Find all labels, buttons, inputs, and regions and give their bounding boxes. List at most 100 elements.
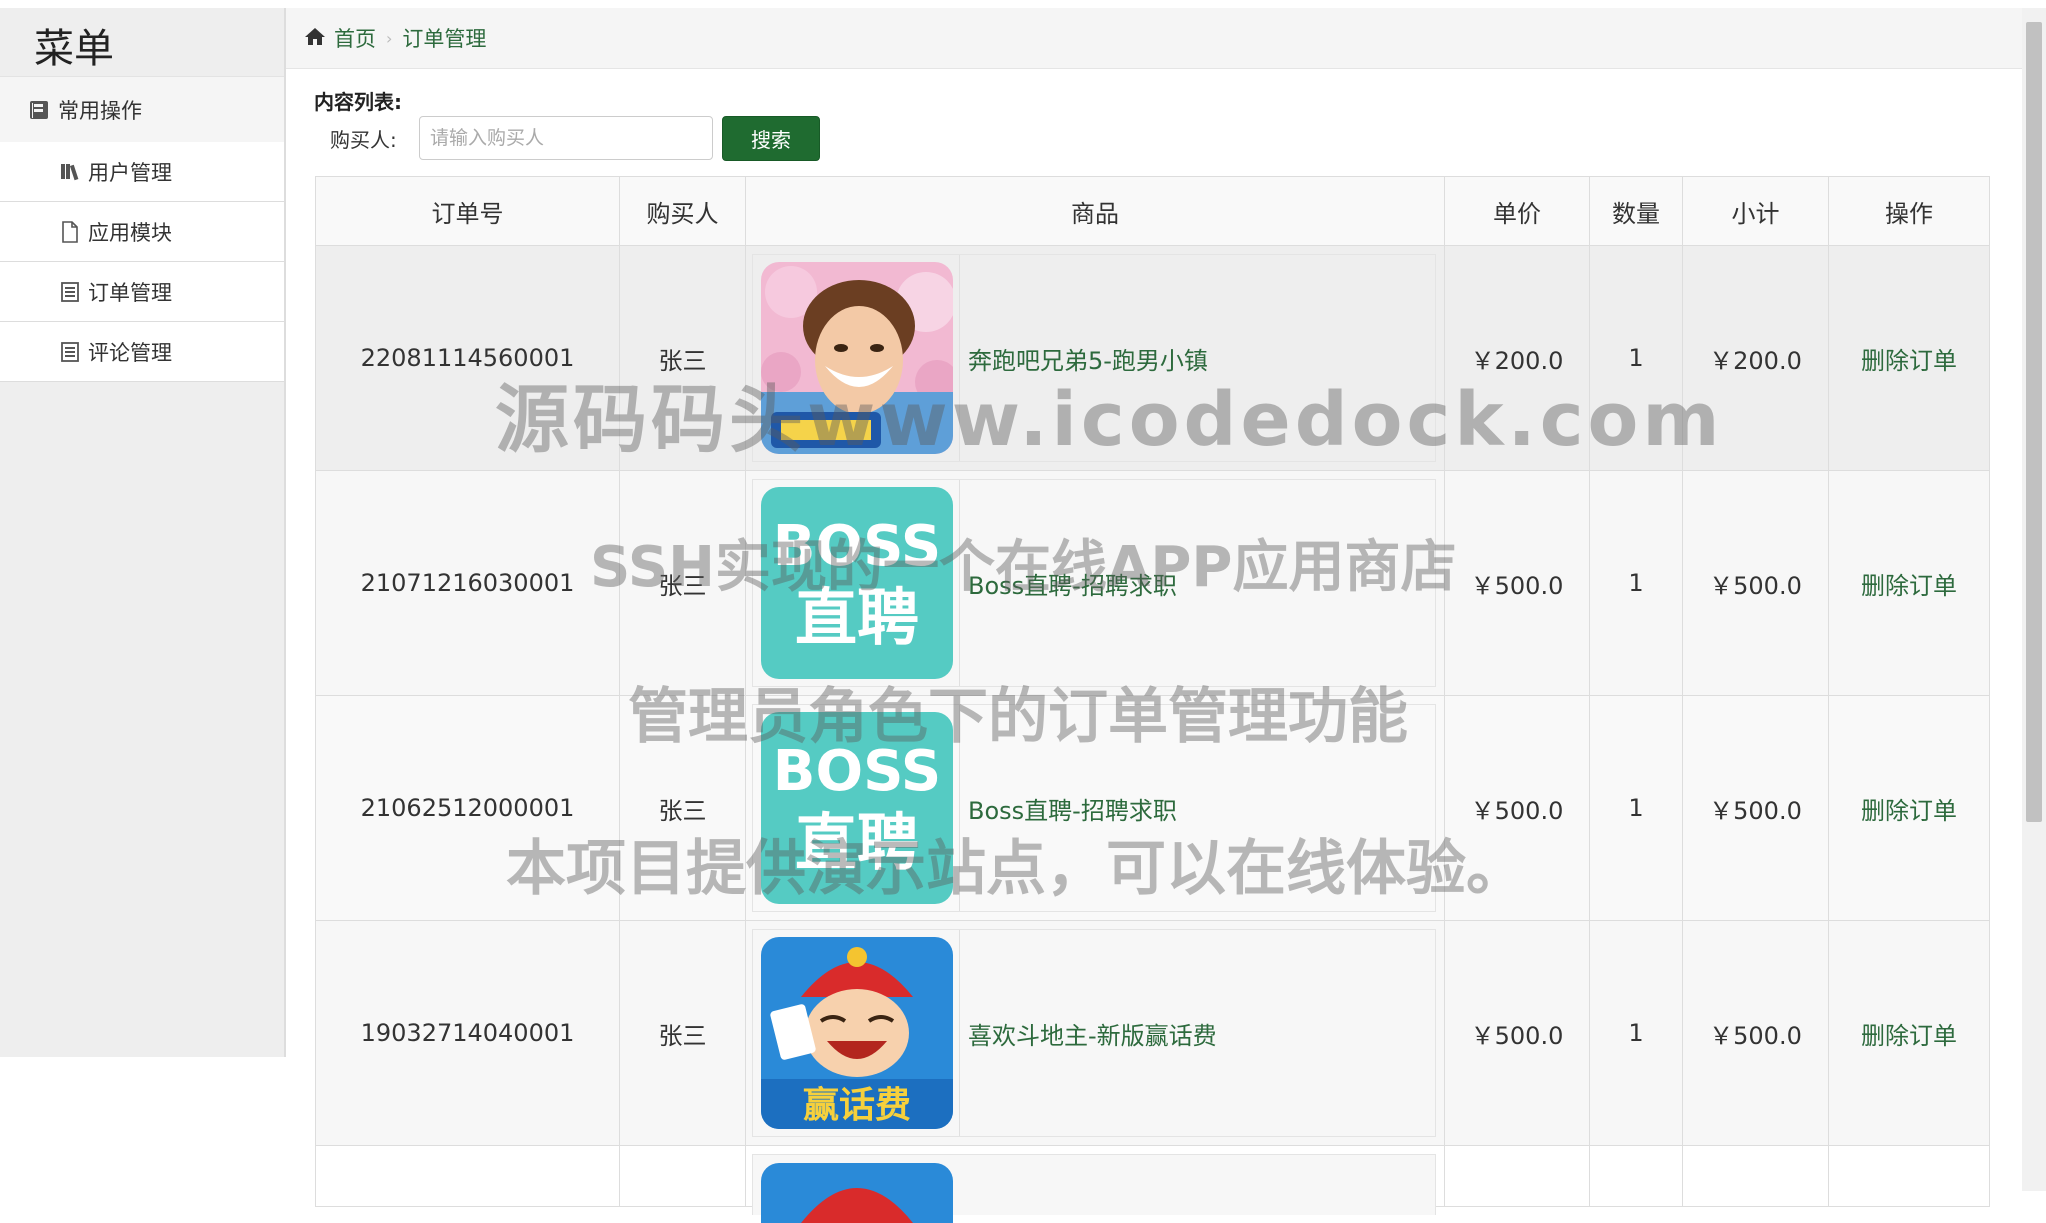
price-cell: ￥500.0 xyxy=(1444,470,1590,696)
file-icon xyxy=(60,220,80,243)
price-cell: ￥500.0 xyxy=(1444,695,1590,921)
sidebar-item-apps[interactable]: 应用模块 xyxy=(0,202,284,262)
boss-image[interactable]: BOSS 直聘 xyxy=(761,712,953,904)
sidebar-item-label: 订单管理 xyxy=(88,280,172,305)
product-cell xyxy=(745,1145,1445,1223)
header-order-no: 订单号 xyxy=(315,176,620,246)
buyer-search-input[interactable] xyxy=(419,116,713,160)
sidebar-item-comments[interactable]: 评论管理 xyxy=(0,322,284,382)
orders-table: 订单号 购买人 商品 单价 数量 小计 操作 22081114560001 张三 xyxy=(315,176,1990,1223)
product-name-link[interactable]: Boss直聘-招聘求职 xyxy=(968,791,1177,826)
action-cell: 删除订单 xyxy=(1828,920,1990,1146)
scrollbar-thumb[interactable] xyxy=(2026,22,2042,822)
buyer-cell: 张三 xyxy=(619,920,746,1146)
subtotal-cell: ￥500.0 xyxy=(1682,695,1829,921)
breadcrumb: 首页 › 订单管理 xyxy=(286,8,2022,69)
buyer-cell xyxy=(619,1145,746,1207)
header-buyer: 购买人 xyxy=(619,176,746,246)
header-subtotal: 小计 xyxy=(1682,176,1829,246)
buyer-cell: 张三 xyxy=(619,245,746,471)
table-row: 22081114560001 张三 奔跑吧兄弟5-跑男小镇 ￥200.0 1 ￥… xyxy=(315,245,1990,471)
order-no-cell: 19032714040001 xyxy=(315,920,620,1146)
header-qty: 数量 xyxy=(1589,176,1683,246)
action-cell xyxy=(1828,1145,1990,1207)
home-icon xyxy=(304,26,326,51)
sidebar-group-common[interactable]: 常用操作 xyxy=(0,76,284,144)
top-edge xyxy=(0,0,2046,8)
delete-order-link[interactable]: 删除订单 xyxy=(1861,797,1957,825)
qty-cell xyxy=(1589,1145,1683,1207)
table-header-row: 订单号 购买人 商品 单价 数量 小计 操作 xyxy=(315,176,1990,246)
table-row: 19032714040001 张三 赢话费 喜欢斗地主-新版赢话费 ￥500.0… xyxy=(315,920,1990,1146)
sidebar-group-label: 常用操作 xyxy=(58,99,142,123)
boss-logo-subtext: 直聘 xyxy=(795,581,919,654)
action-cell: 删除订单 xyxy=(1828,695,1990,921)
delete-order-link[interactable]: 删除订单 xyxy=(1861,1022,1957,1050)
product-name-link[interactable]: 喜欢斗地主-新版赢话费 xyxy=(968,1016,1217,1051)
header-product: 商品 xyxy=(745,176,1445,246)
subtotal-cell: ￥500.0 xyxy=(1682,920,1829,1146)
subtotal-cell xyxy=(1682,1145,1829,1207)
qty-cell: 1 xyxy=(1589,470,1683,696)
book-icon xyxy=(28,99,50,121)
books-icon xyxy=(60,161,80,183)
qty-cell: 1 xyxy=(1589,245,1683,471)
sidebar-item-label: 用户管理 xyxy=(88,160,172,185)
subtotal-cell: ￥500.0 xyxy=(1682,470,1829,696)
product-cell: 赢话费 喜欢斗地主-新版赢话费 xyxy=(745,920,1445,1146)
sidebar: 菜单 常用操作 用户管理 应用模块 订单管理 评论管理 xyxy=(0,8,286,1057)
doudizhu-image[interactable] xyxy=(761,1163,953,1223)
table-row: 21071216030001 张三 BOSS 直聘 Boss直聘-招聘求职 ￥5… xyxy=(315,470,1990,696)
breadcrumb-home-link[interactable]: 首页 xyxy=(334,23,376,53)
runningman-image[interactable] xyxy=(761,262,953,454)
sidebar-item-users[interactable]: 用户管理 xyxy=(0,142,284,202)
list-icon xyxy=(60,341,80,363)
action-cell: 删除订单 xyxy=(1828,470,1990,696)
header-action: 操作 xyxy=(1828,176,1990,246)
boss-image[interactable]: BOSS 直聘 xyxy=(761,487,953,679)
product-divider xyxy=(959,255,960,461)
boss-logo-text: BOSS xyxy=(773,739,941,804)
product-cell: BOSS 直聘 Boss直聘-招聘求职 xyxy=(745,695,1445,921)
product-name-link[interactable]: Boss直聘-招聘求职 xyxy=(968,566,1177,601)
content-list-label: 内容列表: xyxy=(314,90,402,114)
doudizhu-logo-text: 赢话费 xyxy=(803,1084,911,1126)
buyer-search-label: 购买人: xyxy=(330,128,397,152)
sidebar-item-orders[interactable]: 订单管理 xyxy=(0,262,284,322)
price-cell: ￥200.0 xyxy=(1444,245,1590,471)
order-no-cell: 22081114560001 xyxy=(315,245,620,471)
sidebar-title: 菜单 xyxy=(34,26,114,72)
buyer-cell: 张三 xyxy=(619,470,746,696)
product-cell: 奔跑吧兄弟5-跑男小镇 xyxy=(745,245,1445,471)
boss-logo-text: BOSS xyxy=(773,514,941,579)
qty-cell: 1 xyxy=(1589,695,1683,921)
order-no-cell: 21062512000001 xyxy=(315,695,620,921)
doudizhu-image[interactable]: 赢话费 xyxy=(761,937,953,1129)
sidebar-item-label: 评论管理 xyxy=(88,340,172,365)
delete-order-link[interactable]: 删除订单 xyxy=(1861,572,1957,600)
table-row xyxy=(315,1145,1990,1223)
search-button[interactable]: 搜索 xyxy=(722,116,820,161)
order-no-cell xyxy=(315,1145,620,1207)
product-name-link[interactable]: 奔跑吧兄弟5-跑男小镇 xyxy=(968,341,1208,376)
action-cell: 删除订单 xyxy=(1828,245,1990,471)
sidebar-item-label: 应用模块 xyxy=(88,220,172,245)
product-divider xyxy=(959,705,960,911)
table-row: 21062512000001 张三 BOSS 直聘 Boss直聘-招聘求职 ￥5… xyxy=(315,695,1990,921)
order-no-cell: 21071216030001 xyxy=(315,470,620,696)
breadcrumb-current[interactable]: 订单管理 xyxy=(402,23,486,53)
vertical-scrollbar[interactable] xyxy=(2022,8,2046,1191)
subtotal-cell: ￥200.0 xyxy=(1682,245,1829,471)
header-price: 单价 xyxy=(1444,176,1590,246)
product-cell: BOSS 直聘 Boss直聘-招聘求职 xyxy=(745,470,1445,696)
price-cell: ￥500.0 xyxy=(1444,920,1590,1146)
boss-logo-subtext: 直聘 xyxy=(795,806,919,879)
product-divider xyxy=(959,480,960,686)
chevron-right-icon: › xyxy=(386,28,393,48)
buyer-cell: 张三 xyxy=(619,695,746,921)
delete-order-link[interactable]: 删除订单 xyxy=(1861,347,1957,375)
list-icon xyxy=(60,281,80,303)
price-cell xyxy=(1444,1145,1590,1207)
qty-cell: 1 xyxy=(1589,920,1683,1146)
product-divider xyxy=(959,930,960,1136)
